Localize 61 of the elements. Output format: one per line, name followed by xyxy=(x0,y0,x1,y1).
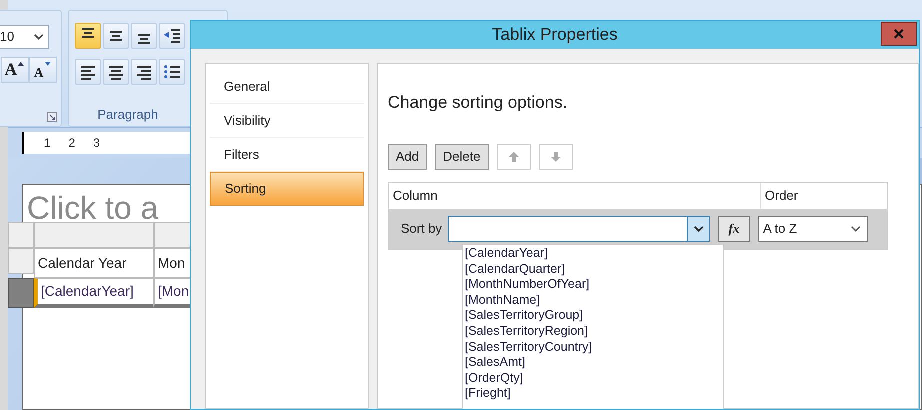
top-align-button[interactable] xyxy=(75,23,101,49)
bullet-list-icon xyxy=(163,63,181,81)
close-icon xyxy=(894,29,904,39)
up-arrow-icon xyxy=(508,150,520,162)
middle-align-button[interactable] xyxy=(103,23,129,49)
align-left-icon xyxy=(79,63,97,81)
nav-item[interactable]: General xyxy=(210,70,364,104)
grow-font-button[interactable]: A xyxy=(1,57,29,83)
table-cell[interactable]: Calendar Year xyxy=(34,248,154,278)
caret-icon xyxy=(851,224,862,232)
ruler-number: 2 xyxy=(68,135,76,152)
dropdown-option[interactable]: [Frieght] xyxy=(465,386,721,402)
table-cell[interactable]: [CalendarYear] xyxy=(34,278,154,308)
align-left-button[interactable] xyxy=(75,59,101,85)
caret-icon xyxy=(694,224,704,232)
dropdown-option[interactable]: [CalendarQuarter] xyxy=(465,262,721,278)
align-right-icon xyxy=(135,63,153,81)
ruler-number: 3 xyxy=(93,135,100,152)
top-align-icon xyxy=(79,28,97,38)
column-header: Order xyxy=(764,186,798,205)
up-triangle-icon xyxy=(17,61,26,67)
bullet-list-button[interactable] xyxy=(159,59,185,85)
font-size-dropdown[interactable]: 10 xyxy=(0,25,49,49)
toolbar-button[interactable]: Delete xyxy=(435,144,489,170)
nav-item[interactable]: Visibility xyxy=(210,104,364,138)
dropdown-option[interactable]: [MonthName] xyxy=(465,292,721,308)
down-arrow-icon xyxy=(550,150,562,162)
row-handle[interactable] xyxy=(8,248,34,274)
nav-item[interactable]: Sorting xyxy=(210,172,364,206)
indent-icon xyxy=(163,27,181,45)
column-handle[interactable] xyxy=(34,222,154,248)
bottom-align-icon xyxy=(135,34,153,44)
row-label: Sort by xyxy=(401,220,442,238)
caret-icon xyxy=(34,33,44,41)
align-right-button[interactable] xyxy=(131,59,157,85)
middle-align-icon xyxy=(107,31,125,41)
dropdown-option[interactable]: [MonthNumberOfYear] xyxy=(465,277,721,293)
section-heading: Change sorting options. xyxy=(388,92,569,114)
shrink-font-button[interactable]: A xyxy=(29,57,57,83)
row-handle[interactable] xyxy=(8,278,34,308)
close-button[interactable] xyxy=(881,22,917,46)
expression-button[interactable]: fx xyxy=(718,216,750,242)
dropdown-option[interactable]: [CalendarYear] xyxy=(465,246,721,262)
dialog-launcher-icon xyxy=(47,112,57,122)
bottom-align-button[interactable] xyxy=(131,23,157,49)
align-center-button[interactable] xyxy=(103,59,129,85)
window-title: Tablix Properties xyxy=(492,24,618,46)
dropdown-option[interactable]: [SalesAmt] xyxy=(465,355,721,371)
dropdown-option[interactable]: [SalesTerritoryGroup] xyxy=(465,308,721,324)
order-dropdown[interactable]: A to Z xyxy=(758,216,868,242)
sort-column-combo[interactable] xyxy=(448,216,710,242)
row-handle[interactable] xyxy=(8,222,34,248)
ruler-number: 1 xyxy=(44,135,51,152)
align-center-icon xyxy=(107,63,125,81)
toolbar-button[interactable]: Add xyxy=(388,144,428,170)
group-label: Paragraph xyxy=(96,106,160,124)
down-triangle-icon xyxy=(44,61,52,67)
dropdown-option[interactable]: [OrderQty] xyxy=(465,370,721,386)
indent-button[interactable] xyxy=(159,23,185,49)
dropdown-option[interactable]: [SalesTerritoryCountry] xyxy=(465,340,721,356)
dropdown-option[interactable]: [SalesTerritoryRegion] xyxy=(465,324,721,340)
